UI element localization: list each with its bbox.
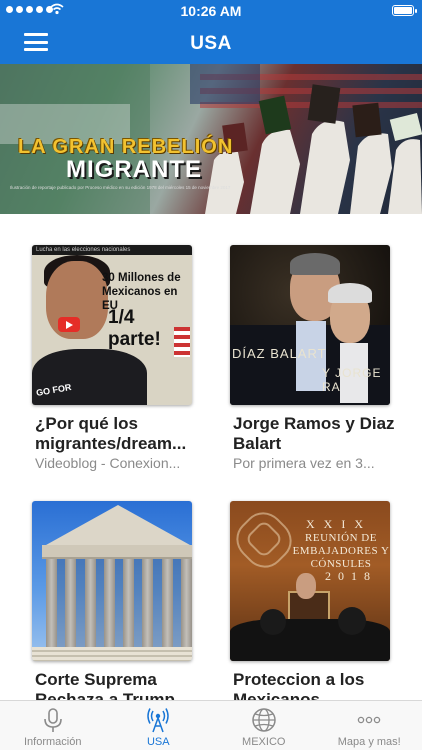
thumbnail-caption: Y JORGE RA <box>322 366 382 394</box>
event-name: REUNIÓN DE EMBAJADORES Y CÓNSULES <box>292 532 390 570</box>
hero-banner[interactable]: LA GRAN REBELIÓN MIGRANTE Ilustración de… <box>0 64 422 214</box>
antenna-icon <box>147 708 169 733</box>
article-card[interactable]: Corte Suprema Rechaza a Trump <box>32 501 192 710</box>
battery-icon <box>392 5 417 16</box>
building-pediment <box>46 505 190 545</box>
building-shade <box>46 559 192 649</box>
article-thumbnail <box>32 501 192 661</box>
page-title: USA <box>190 33 232 54</box>
thumbnail-caption: DÍAZ BALART <box>232 346 327 361</box>
more-icon <box>358 716 381 724</box>
article-thumbnail: Lucha en las elecciones nacionales 30 Mi… <box>32 245 192 405</box>
tab-mexico[interactable]: MEXICO <box>211 701 317 750</box>
article-card[interactable]: X X I X REUNIÓN DE EMBAJADORES Y CÓNSULE… <box>230 501 390 710</box>
tab-label: USA <box>146 736 170 748</box>
article-title: ¿Por qué los migrantes/dream... <box>35 414 187 453</box>
article-subtitle: Por primera vez en 3... <box>233 455 375 471</box>
article-title: Jorge Ramos y Diaz Balart <box>233 414 395 453</box>
event-numeral: X X I X <box>306 517 366 531</box>
hero-title-line2: MIGRANTE <box>66 156 202 183</box>
tab-label: Información <box>24 736 82 748</box>
hero-caption: Ilustración de reportaje publicado por P… <box>10 185 231 190</box>
video-header-strip: Lucha en las elecciones nacionales <box>32 245 192 255</box>
article-card[interactable]: DÍAZ BALART Y JORGE RA Jorge Ramos y Dia… <box>230 245 395 471</box>
tab-label: Mapa y mas! <box>337 736 401 748</box>
building-frieze <box>42 545 192 559</box>
status-bar: 10:26 AM <box>0 0 422 22</box>
building-steps <box>32 647 192 661</box>
event-year: 2 0 1 8 <box>325 569 372 583</box>
article-thumbnail: X X I X REUNIÓN DE EMBAJADORES Y CÓNSULE… <box>230 501 390 661</box>
navigation-bar: 10:26 AM USA <box>0 0 422 64</box>
play-icon[interactable] <box>58 317 80 332</box>
audience <box>230 607 390 661</box>
tab-bar: Información USA MEXICO Mapa y mas! <box>0 700 422 750</box>
article-subtitle: Videoblog - Conexion... <box>35 455 181 471</box>
tab-label: MEXICO <box>242 736 286 748</box>
speaker <box>296 573 316 599</box>
article-card[interactable]: Lucha en las elecciones nacionales 30 Mi… <box>32 245 192 471</box>
person-hair <box>328 283 372 303</box>
tab-mapa[interactable]: Mapa y mas! <box>317 701 422 750</box>
article-thumbnail: DÍAZ BALART Y JORGE RA <box>230 245 390 405</box>
flag-graphic <box>174 327 190 357</box>
status-time: 10:26 AM <box>180 3 242 19</box>
tab-informacion[interactable]: Información <box>0 701 106 750</box>
microphone-icon <box>43 708 62 732</box>
person-hair <box>290 253 340 275</box>
globe-icon <box>252 708 276 732</box>
tab-usa[interactable]: USA <box>106 701 212 750</box>
person-shirt <box>32 349 147 405</box>
article-grid: Lucha en las elecciones nacionales 30 Mi… <box>0 214 422 709</box>
